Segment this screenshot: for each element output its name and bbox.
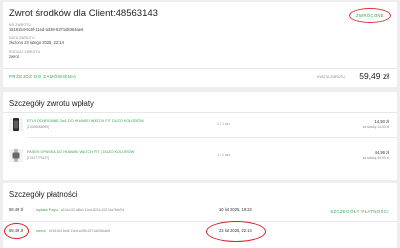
refund-amount-value: 59,49 zł [359,71,389,81]
watch-strap-icon [12,149,20,162]
refund-payment-id: 1518154-6c6f-11ed-a338-6371d8364ae6 [48,229,111,233]
page-title: Zwrot środków dla Client:48563143 [9,8,158,19]
refund-item-price: 14,50 zł [374,119,389,124]
refund-header-card: Zwrot środków dla Client:48563143 ZWRÓCO… [3,2,397,87]
refund-item-unit-price: za sztukę 14,50 zł [362,125,389,129]
payment-details-button[interactable]: SZCZEGÓŁY PŁATNOŚCI [330,209,389,214]
refund-payment-row: zwrot 1518154-6c6f-11ed-a338-6371d8364ae6 [36,228,110,233]
refund-item-name[interactable]: PASEK OPASKA DO HUAWEI WATCH FIT | DUŻO … [27,150,134,154]
divider [27,137,397,138]
refund-item-price: 44,99 zł [374,150,389,155]
refund-item-sku: [12008068099] [27,125,50,129]
refund-type-value: zwrot [9,54,19,59]
go-to-order-link[interactable]: PRZEJDŹ DO ZAMÓWIENIA [9,74,77,79]
divider [3,221,397,222]
refund-number-value: 1518154-6c6f-11ed-a338-6371d8364ae6 [9,27,84,32]
payment-amount: 59,49 zł [9,207,24,212]
divider [3,112,397,113]
payment-row: wpłata Payu a1b1c1f2-a8b0-11ed-8216-6197d… [36,207,124,212]
watch-case-icon [13,118,19,131]
payment-date: 10 lut 2025, 18:22 [219,207,252,212]
refund-details-title: Szczegóły zwrotu wpłaty [9,99,94,108]
annotation-circle [4,223,29,239]
refund-item-name[interactable]: ETUI OCHRONNE 2w1 DO HUAWEI WATCH FIT DU… [27,119,144,123]
payment-id: a1b1c1f2-a8b0-11ed-8216-6197da7bbd7a [60,208,125,212]
divider [3,68,397,69]
annotation-circle [206,221,266,242]
product-thumbnail [9,149,23,162]
refund-item-unit-price: za sztukę 44,99 zł [362,156,389,160]
refund-item-qty: 1 / 1 szt. [217,122,231,126]
product-thumbnail [9,118,23,131]
refund-item-sku: [13127779137] [27,156,50,160]
payment-link[interactable]: wpłata Payu [36,207,58,212]
refund-item-qty: 1 / 1 szt. [217,153,231,157]
refund-date-value: złożono 23 lutego 2025, 22:14 [9,40,64,45]
refunded-status-button[interactable]: ZWRÓCONE [349,8,391,23]
payment-details-card: Szczegóły płatności 59,49 zł wpłata Payu… [3,183,397,248]
refund-amount-label: KWOTA ZWROTU [317,75,345,79]
refund-details-card: Szczegóły zwrotu wpłaty ETUI OCHRONNE 2w… [3,92,397,180]
refund-payment-link[interactable]: zwrot [36,228,46,233]
payment-details-title: Szczegóły płatności [9,190,78,199]
